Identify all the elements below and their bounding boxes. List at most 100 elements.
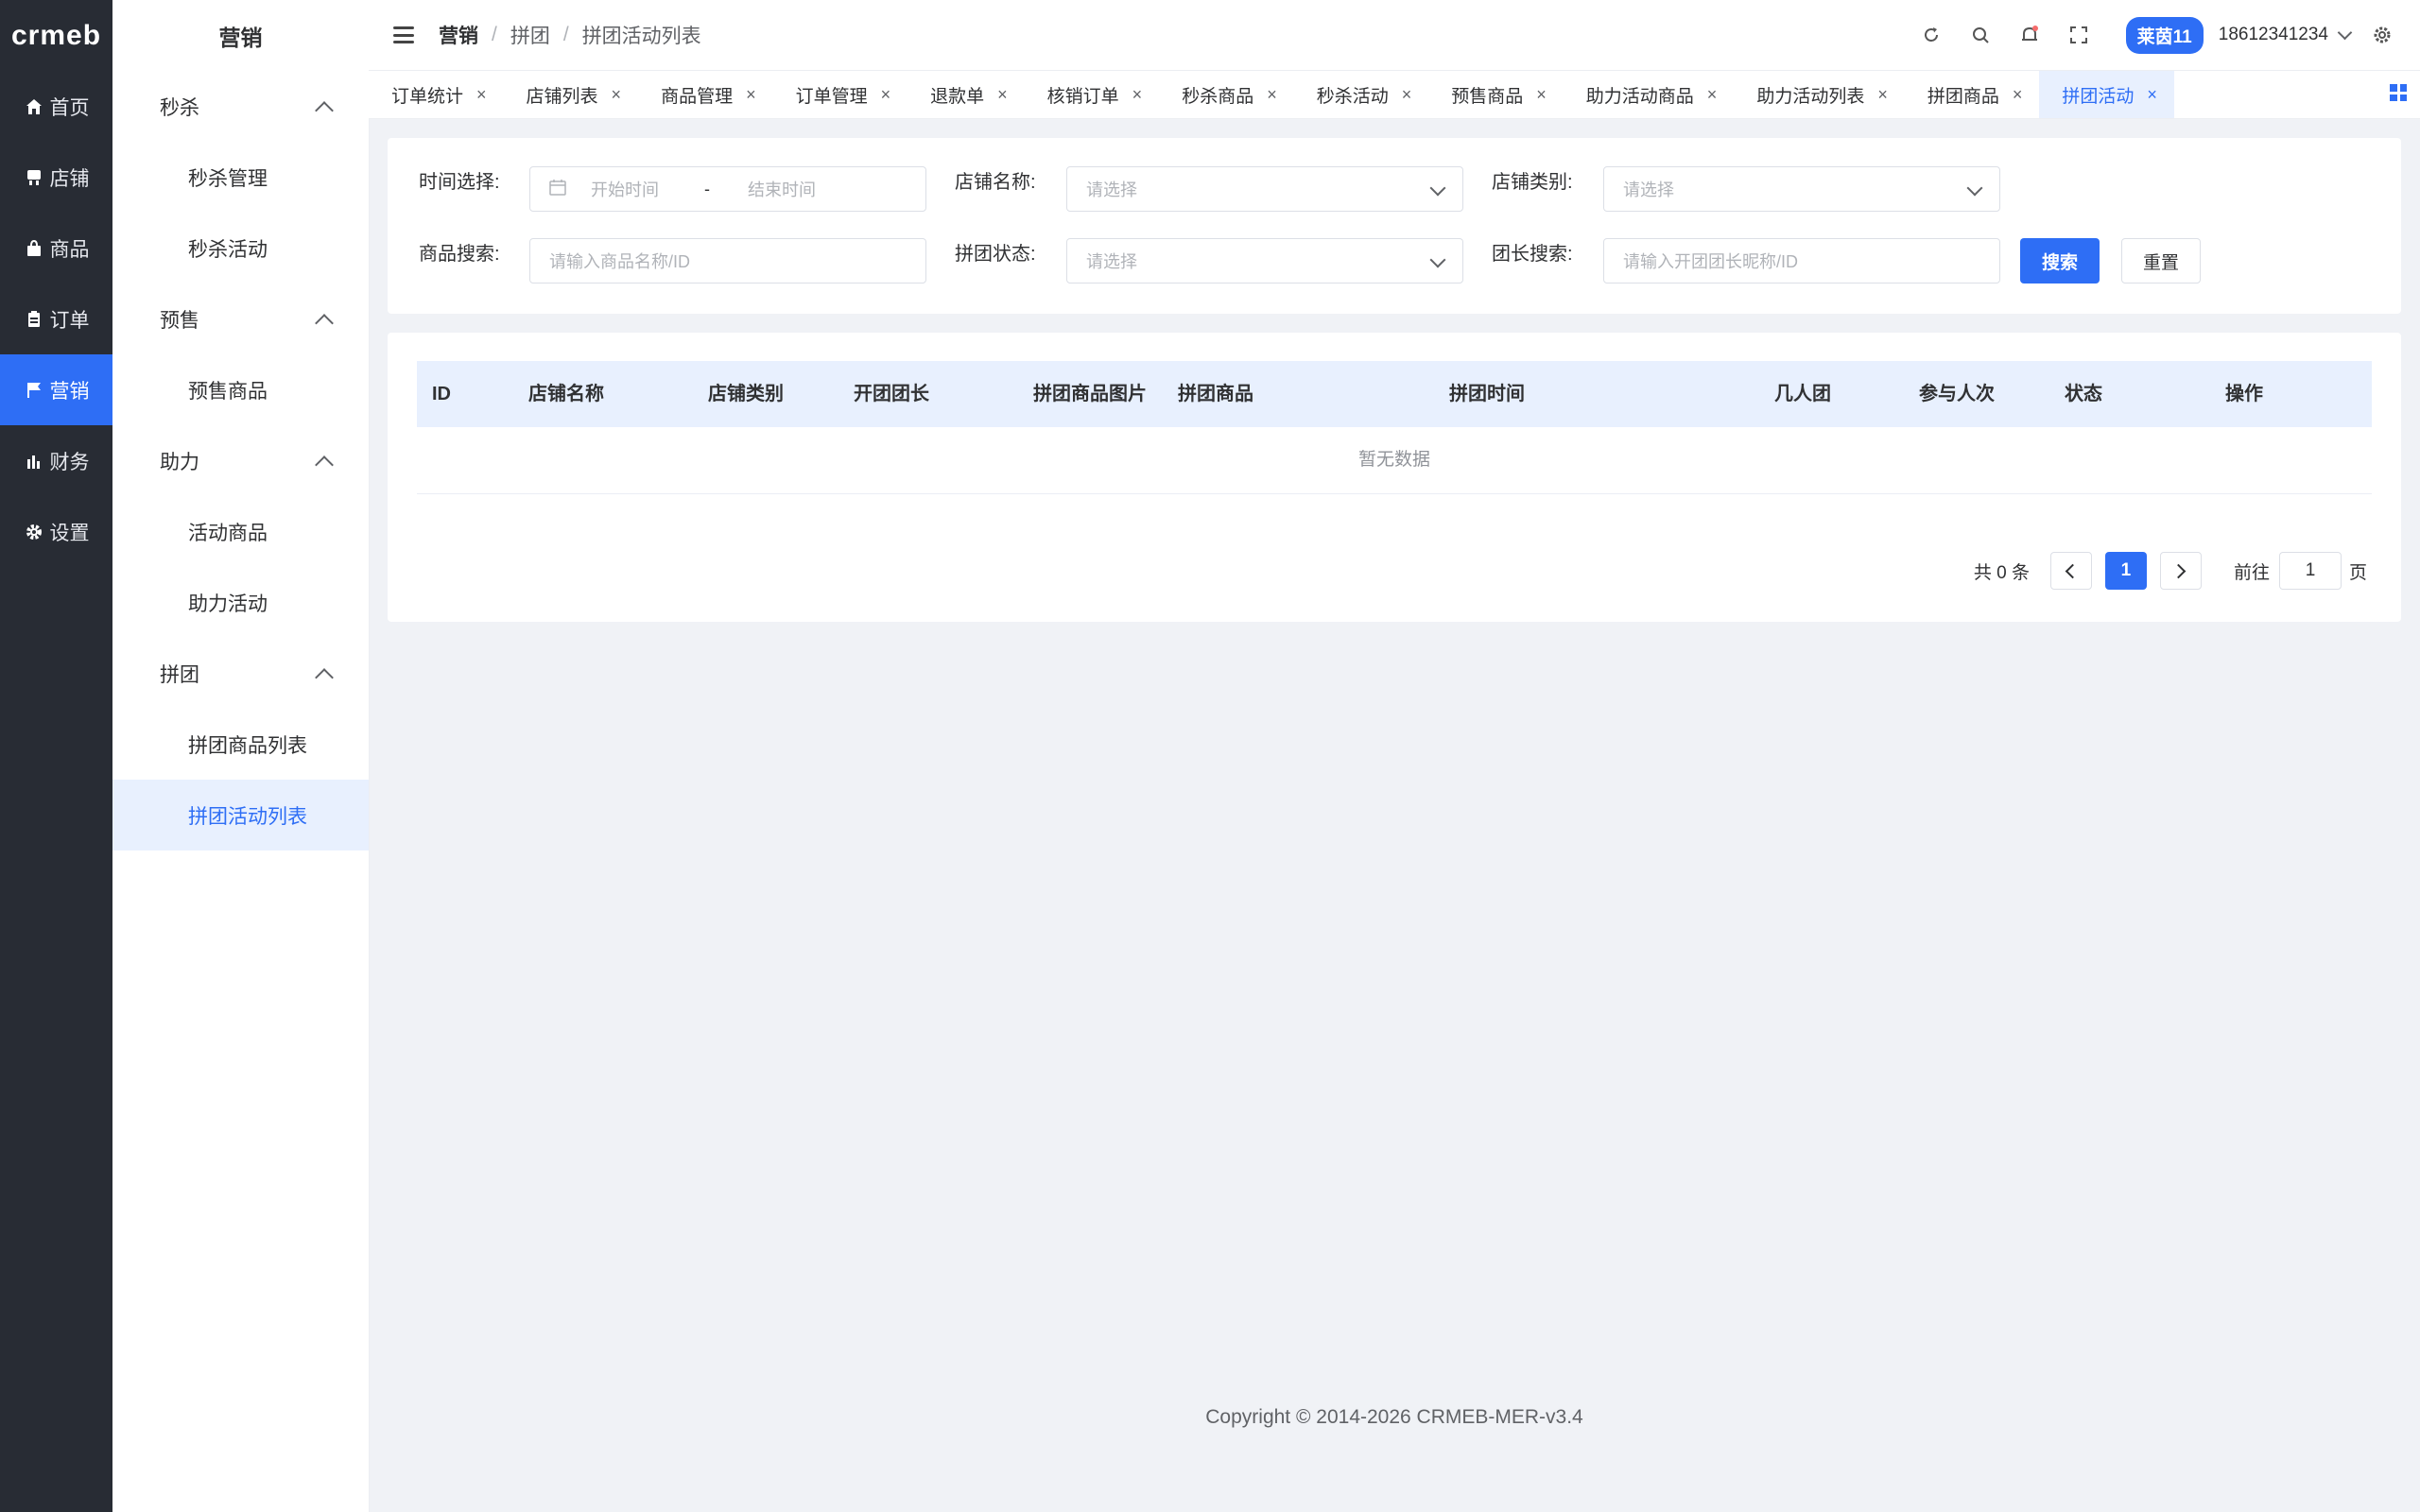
next-page-button[interactable] <box>2159 552 2202 590</box>
refresh-icon[interactable] <box>1912 16 1950 54</box>
rail-item-home[interactable]: 首页 <box>0 71 112 142</box>
close-icon[interactable]: × <box>997 85 1008 105</box>
tab-label: 核销订单 <box>1046 86 1119 107</box>
settings-gear-icon[interactable] <box>2363 16 2401 54</box>
select-placeholder: 请选择 <box>1623 180 1674 199</box>
prev-page-button[interactable] <box>2049 552 2092 590</box>
rail-item-settings[interactable]: 设置 <box>0 496 112 567</box>
end-date-input[interactable]: 结束时间 <box>748 177 816 201</box>
close-icon[interactable]: × <box>476 85 487 105</box>
close-icon[interactable]: × <box>612 85 622 105</box>
chevron-up-icon <box>315 313 334 333</box>
fullscreen-icon[interactable] <box>2060 16 2098 54</box>
tab-groupbuy-activity[interactable]: 拼团活动 × <box>2039 71 2174 118</box>
flag-icon <box>24 380 44 401</box>
date-separator: - <box>704 179 710 198</box>
tab-seckill-activity[interactable]: 秒杀活动 × <box>1294 71 1429 118</box>
close-icon[interactable]: × <box>1267 85 1277 105</box>
pagination: 共 0 条 1 前往 1 页 <box>1974 552 2367 590</box>
submenu-group-presale[interactable]: 预售 <box>112 284 369 354</box>
leader-search-input[interactable]: 请输入开团团长昵称/ID <box>1603 238 2000 284</box>
rail-item-finance[interactable]: 财务 <box>0 425 112 496</box>
tab-label: 秒杀活动 <box>1316 86 1389 107</box>
col-store-type: 店铺类别 <box>708 384 784 404</box>
rail-item-store[interactable]: 店铺 <box>0 142 112 213</box>
top-header: 营销 / 拼团 / 拼团活动列表 莱茵11 18612341234 <box>369 0 2420 71</box>
store-type-select[interactable]: 请选择 <box>1603 166 2000 212</box>
tab-product-manage[interactable]: 商品管理 × <box>638 71 773 118</box>
grid-menu-icon[interactable] <box>2390 84 2407 101</box>
tab-label: 拼团商品 <box>1927 86 1999 107</box>
tab-verify-order[interactable]: 核销订单 × <box>1025 71 1160 118</box>
rail-item-order[interactable]: 订单 <box>0 284 112 354</box>
close-icon[interactable]: × <box>1132 85 1143 105</box>
close-icon[interactable]: × <box>2147 85 2157 105</box>
tab-order-manage[interactable]: 订单管理 × <box>773 71 908 118</box>
bell-icon[interactable] <box>2011 16 2048 54</box>
filter-panel: 时间选择: 开始时间 - 结束时间 店铺名称: 请选择 店铺类别: 请选择 商品… <box>388 138 2401 314</box>
submenu-item-assist-activity[interactable]: 助力活动 <box>112 567 369 638</box>
tab-label: 商品管理 <box>661 86 734 107</box>
col-group-leader: 开团团长 <box>854 384 929 404</box>
table-header: ID 店铺名称 店铺类别 开团团长 拼团商品图片 拼团商品 拼团时间 几人团 参… <box>417 361 2372 427</box>
chevron-up-icon <box>315 100 334 120</box>
col-group-size: 几人团 <box>1774 384 1831 404</box>
submenu-group-groupbuy[interactable]: 拼团 <box>112 638 369 709</box>
close-icon[interactable]: × <box>881 85 891 105</box>
close-icon[interactable]: × <box>746 85 756 105</box>
reset-button[interactable]: 重置 <box>2121 238 2201 284</box>
close-icon[interactable]: × <box>1707 85 1718 105</box>
submenu-item-seckill-activity[interactable]: 秒杀活动 <box>112 213 369 284</box>
rail-item-label: 营销 <box>49 380 90 403</box>
submenu-group-assist[interactable]: 助力 <box>112 425 369 496</box>
tab-groupbuy-product[interactable]: 拼团商品 × <box>1905 71 2040 118</box>
col-store-name: 店铺名称 <box>528 384 604 404</box>
goto-page-input[interactable]: 1 <box>2278 552 2342 590</box>
close-icon[interactable]: × <box>1536 85 1547 105</box>
search-icon[interactable] <box>1962 16 1999 54</box>
user-phone: 18612341234 <box>2218 25 2328 44</box>
submenu-item-presale-product[interactable]: 预售商品 <box>112 354 369 425</box>
collapse-menu-icon[interactable] <box>393 26 414 43</box>
breadcrumb-item[interactable]: 营销 <box>439 21 478 49</box>
store-badge[interactable]: 莱茵11 <box>2125 16 2204 54</box>
start-date-input[interactable]: 开始时间 <box>591 177 695 201</box>
user-menu[interactable]: 18612341234 <box>2218 25 2353 45</box>
select-placeholder: 请选择 <box>1086 180 1137 199</box>
tab-seckill-product[interactable]: 秒杀商品 × <box>1159 71 1294 118</box>
breadcrumb-item[interactable]: 拼团 <box>510 21 550 49</box>
close-icon[interactable]: × <box>1877 85 1888 105</box>
close-icon[interactable]: × <box>2013 85 2023 105</box>
bag-icon <box>24 238 44 259</box>
tab-assist-product[interactable]: 助力活动商品 × <box>1564 71 1735 118</box>
search-button[interactable]: 搜索 <box>2020 238 2100 284</box>
chevron-down-icon <box>1966 180 1983 197</box>
input-placeholder: 请输入商品名称/ID <box>549 252 691 271</box>
breadcrumb-item-current: 拼团活动列表 <box>581 26 701 47</box>
header-actions: 莱茵11 18612341234 <box>1907 0 2407 70</box>
product-search-input[interactable]: 请输入商品名称/ID <box>529 238 926 284</box>
submenu-item-groupbuy-activities[interactable]: 拼团活动列表 <box>112 780 369 850</box>
group-status-select[interactable]: 请选择 <box>1066 238 1463 284</box>
gear-icon <box>24 522 44 542</box>
submenu-item-seckill-manage[interactable]: 秒杀管理 <box>112 142 369 213</box>
rail-item-label: 设置 <box>49 522 90 544</box>
tab-order-stats[interactable]: 订单统计 × <box>369 71 504 118</box>
main-nav-rail: crmeb 首页 店铺 商品 订单 营销 财务 设置 <box>0 0 112 1512</box>
rail-item-product[interactable]: 商品 <box>0 213 112 284</box>
input-placeholder: 请输入开团团长昵称/ID <box>1623 252 1799 271</box>
submenu-item-assist-product[interactable]: 活动商品 <box>112 496 369 567</box>
tab-presale-product[interactable]: 预售商品 × <box>1428 71 1564 118</box>
page-number-current[interactable]: 1 <box>2104 552 2147 590</box>
select-placeholder: 请选择 <box>1086 252 1137 271</box>
close-icon[interactable]: × <box>1402 85 1412 105</box>
submenu-group-seckill[interactable]: 秒杀 <box>112 71 369 142</box>
tab-refund[interactable]: 退款单 × <box>908 71 1025 118</box>
store-name-select[interactable]: 请选择 <box>1066 166 1463 212</box>
submenu-item-groupbuy-products[interactable]: 拼团商品列表 <box>112 709 369 780</box>
tab-store-list[interactable]: 店铺列表 × <box>504 71 639 118</box>
col-product: 拼团商品 <box>1178 384 1253 404</box>
rail-item-marketing[interactable]: 营销 <box>0 354 112 425</box>
tab-assist-list[interactable]: 助力活动列表 × <box>1734 71 1905 118</box>
date-range-picker[interactable]: 开始时间 - 结束时间 <box>529 166 926 212</box>
